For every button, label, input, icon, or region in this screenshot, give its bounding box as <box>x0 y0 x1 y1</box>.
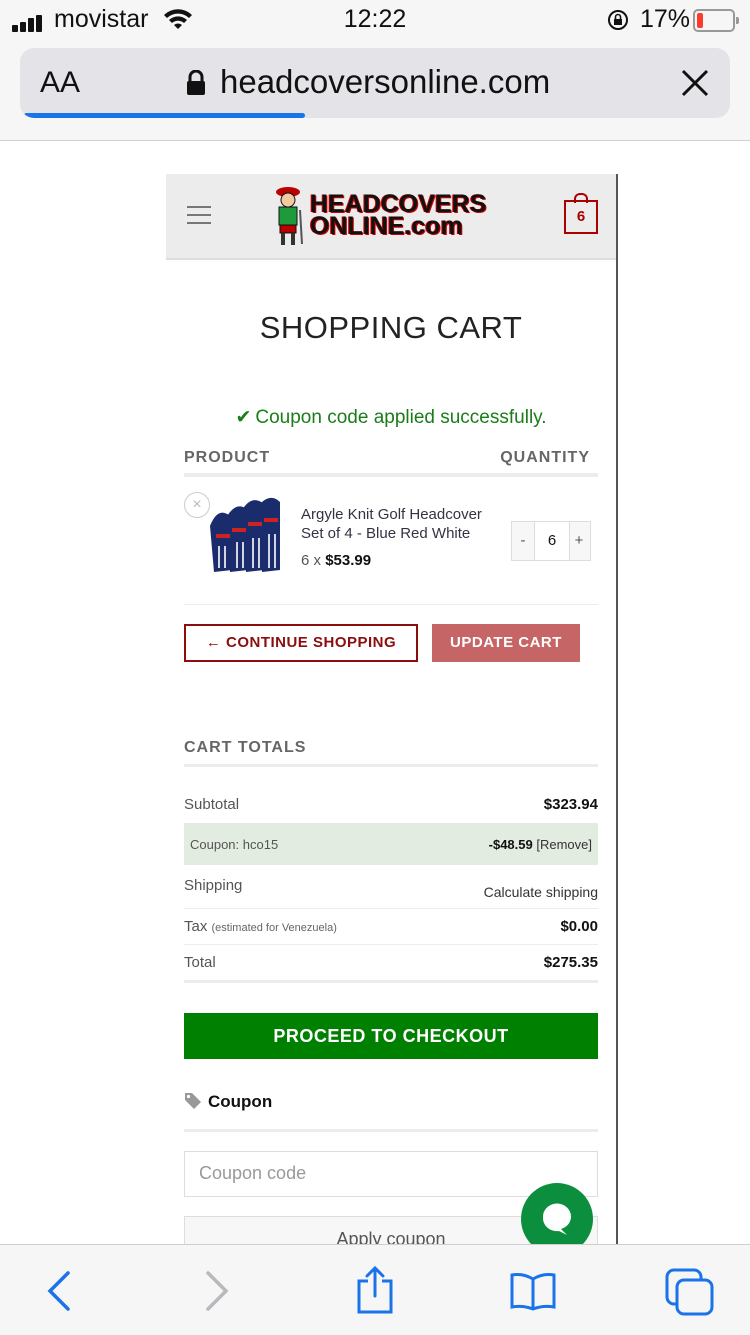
address-bar[interactable]: AA headcoversonline.com <box>20 48 730 118</box>
row-divider <box>184 944 598 945</box>
tax-row: Tax (estimated for Venezuela) $0.00 <box>184 918 598 935</box>
product-thumbnail <box>210 497 280 572</box>
column-header-quantity: QUANTITY <box>500 449 590 466</box>
shipping-label: Shipping <box>184 877 243 894</box>
padlock-icon <box>186 69 206 101</box>
qty-prefix: 6 x <box>301 552 326 569</box>
close-icon[interactable] <box>680 68 710 106</box>
browser-address-area: AA headcoversonline.com <box>0 40 750 141</box>
total-row: Total $275.35 <box>184 954 598 971</box>
quantity-input[interactable]: 6 <box>534 522 570 560</box>
totals-divider <box>184 764 598 767</box>
tabs-icon[interactable] <box>664 1267 716 1322</box>
site-header: HEADCOVERS ONLINE.com 6 <box>166 174 616 260</box>
tax-label: Tax <box>184 918 208 935</box>
total-value: $275.35 <box>543 954 598 971</box>
coupon-label: Coupon: hco15 <box>190 837 279 852</box>
subtotal-label: Subtotal <box>184 796 240 813</box>
column-header-product: PRODUCT <box>184 449 271 466</box>
subtotal-value: $323.94 <box>543 796 598 813</box>
share-icon[interactable] <box>354 1265 396 1320</box>
back-arrow-icon[interactable] <box>44 1269 74 1318</box>
quantity-increase-button[interactable]: + <box>568 522 590 560</box>
subtotal-row: Subtotal $323.94 <box>184 796 598 813</box>
web-page: HEADCOVERS ONLINE.com 6 SHOPPING CART ✔ C… <box>166 174 618 1244</box>
cart-bag-icon[interactable]: 6 <box>564 193 598 234</box>
coupon-divider <box>184 1129 598 1132</box>
product-name-link[interactable]: Argyle Knit Golf Headcover Set of 4 - Bl… <box>301 505 501 543</box>
tax-note: (estimated for Venezuela) <box>211 922 337 934</box>
browser-toolbar <box>0 1244 750 1335</box>
url-text[interactable]: headcoversonline.com <box>220 63 550 101</box>
page-load-progress <box>24 113 305 118</box>
quantity-decrease-button[interactable]: - <box>512 522 534 560</box>
proceed-to-checkout-button[interactable]: PROCEED TO CHECKOUT <box>184 1013 598 1059</box>
coupon-value: -$48.59 <box>488 837 533 852</box>
hamburger-menu-icon[interactable] <box>187 206 211 230</box>
forward-arrow-icon[interactable] <box>202 1269 232 1318</box>
remove-coupon-link[interactable]: [Remove] <box>536 837 592 852</box>
clock: 12:22 <box>343 5 407 33</box>
golfer-mascot-icon <box>276 187 303 245</box>
product-unit-price: 6 x $53.99 <box>301 552 371 569</box>
calculate-shipping-link[interactable]: Calculate shipping <box>484 884 598 900</box>
update-cart-button[interactable]: UPDATE CART <box>432 624 580 662</box>
continue-shopping-button[interactable]: ← CONTINUE SHOPPING <box>184 624 418 662</box>
coupon-success-message: ✔ Coupon code applied successfully. <box>166 406 616 429</box>
unit-price: $53.99 <box>325 552 372 569</box>
shipping-row: Shipping Calculate shipping <box>184 877 598 900</box>
coupon-heading-text: Coupon <box>208 1092 273 1111</box>
quantity-stepper: - 6 + <box>511 521 591 561</box>
coupon-heading: Coupon <box>184 1092 272 1115</box>
total-label: Total <box>184 954 216 971</box>
tag-icon <box>184 1092 202 1115</box>
status-bar: movistar 12:22 17% <box>0 0 750 40</box>
row-divider <box>184 908 598 909</box>
site-logo[interactable]: HEADCOVERS ONLINE.com <box>270 184 520 250</box>
bookmarks-icon[interactable] <box>509 1271 557 1316</box>
cart-totals-heading: CART TOTALS <box>184 739 307 756</box>
logo-text-line2: ONLINE.com <box>310 212 463 240</box>
battery-icon <box>693 9 739 32</box>
item-divider <box>184 604 598 605</box>
coupon-success-text: Coupon code applied successfully. <box>255 407 547 428</box>
totals-bottom-divider <box>184 980 598 983</box>
coupon-discount: -$48.59 [Remove] <box>489 837 592 852</box>
coupon-discount-row: Coupon: hco15 -$48.59 [Remove] <box>184 823 598 865</box>
orientation-lock-icon <box>606 8 630 37</box>
text-size-button[interactable]: AA <box>40 66 80 100</box>
check-icon: ✔ <box>235 407 252 428</box>
tax-value: $0.00 <box>560 918 598 935</box>
header-divider <box>184 473 598 477</box>
battery-percent: 17% <box>640 5 691 33</box>
page-title: SHOPPING CART <box>259 310 523 345</box>
